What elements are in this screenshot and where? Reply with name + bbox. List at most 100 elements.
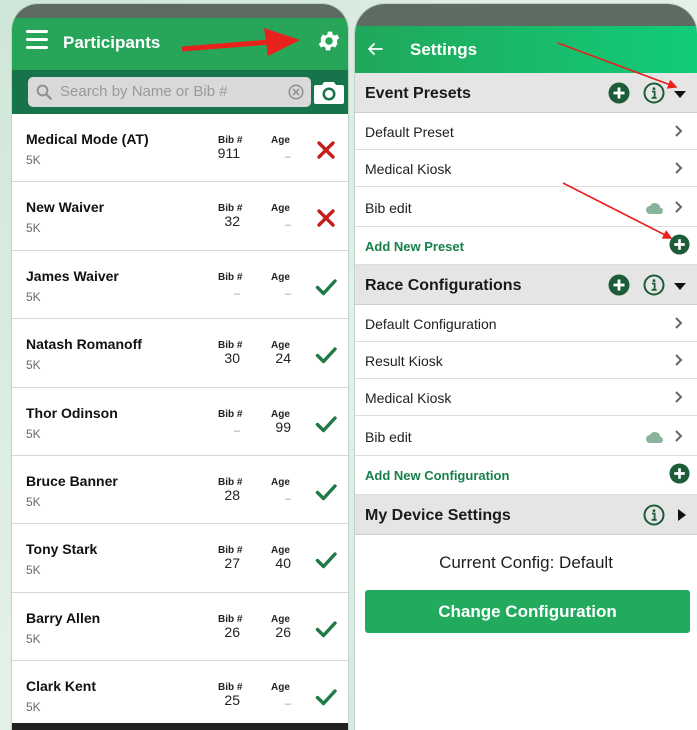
accept-check-icon[interactable] <box>315 276 337 298</box>
settings-screen: Settings Event Presets Default Preset Me… <box>355 4 697 730</box>
row-label: Default Preset <box>365 124 454 140</box>
participant-row[interactable]: Tony Stark 5K Bib #27 Age 40 <box>12 524 348 593</box>
row-label: Result Kiosk <box>365 353 443 369</box>
accept-check-icon[interactable] <box>315 413 337 435</box>
back-arrow-icon[interactable] <box>367 41 383 57</box>
participants-screen: Participants Search by Name or Bib # Med… <box>12 4 348 730</box>
participant-row[interactable]: Medical Mode (AT) 5K Bib #911 Age – <box>12 114 348 183</box>
participant-name: Barry Allen <box>26 609 101 626</box>
cloud-icon <box>646 203 663 214</box>
preset-row-medical-kiosk[interactable]: Medical Kiosk <box>355 150 697 187</box>
config-row-default[interactable]: Default Configuration <box>355 305 697 342</box>
menu-icon[interactable] <box>26 30 48 50</box>
search-input[interactable]: Search by Name or Bib # <box>28 77 311 107</box>
gear-icon[interactable] <box>316 28 342 54</box>
bib-value: – <box>233 424 240 437</box>
row-label: Medical Kiosk <box>365 161 452 177</box>
participant-row[interactable]: Bruce Banner 5K Bib #28 Age – <box>12 456 348 525</box>
cloud-icon <box>646 432 663 443</box>
participant-race: 5K <box>26 631 41 646</box>
bib-value: – <box>233 287 240 300</box>
accept-check-icon[interactable] <box>315 618 337 640</box>
participant-row[interactable]: Clark Kent 5K Bib #25 Age – <box>12 661 348 730</box>
add-configuration-plus-icon[interactable] <box>608 274 630 296</box>
change-configuration-button[interactable]: Change Configuration <box>365 590 690 633</box>
info-icon[interactable] <box>643 504 665 526</box>
chevron-right-icon <box>675 162 683 174</box>
add-preset-plus-icon[interactable] <box>608 82 630 104</box>
age-label: Age <box>271 476 290 488</box>
participant-name: Tony Stark <box>26 541 98 558</box>
accept-check-icon[interactable] <box>315 686 337 708</box>
participant-race: 5K <box>26 700 41 715</box>
age-label: Age <box>271 135 290 146</box>
age-label: Age <box>271 271 290 283</box>
age-value: 40 <box>275 555 291 572</box>
participant-name: Bruce Banner <box>26 472 118 489</box>
info-icon[interactable] <box>643 82 665 104</box>
participant-name: Clark Kent <box>26 678 97 695</box>
participant-row[interactable]: Thor Odinson 5K Bib # – Age 99 <box>12 388 348 456</box>
chevron-right-icon <box>675 430 683 442</box>
section-race-configurations[interactable]: Race Configurations <box>355 265 697 305</box>
add-new-configuration-plus-icon[interactable] <box>669 463 690 484</box>
add-new-configuration-row[interactable]: Add New Configuration <box>355 456 697 495</box>
chevron-right-icon <box>675 201 683 213</box>
accept-check-icon[interactable] <box>315 481 337 503</box>
participant-name: Natash Romanoff <box>26 336 142 353</box>
participant-race: 5K <box>26 153 41 167</box>
participant-list: Medical Mode (AT) 5K Bib # 911 Age – New Waive… <box>12 114 348 730</box>
accept-check-icon[interactable] <box>315 344 337 366</box>
participant-name: James Waiver <box>26 267 119 284</box>
participant-row[interactable]: New Waiver 5K Bib #32 Age – <box>12 182 348 251</box>
reject-x-icon[interactable] <box>315 207 337 229</box>
caret-down-icon[interactable] <box>673 87 687 101</box>
add-new-preset-row[interactable]: Add New Preset <box>355 227 697 265</box>
bib-value: 32 <box>224 213 240 230</box>
config-row-result-kiosk[interactable]: Result Kiosk <box>355 342 697 379</box>
age-label: Age <box>271 682 290 694</box>
info-icon[interactable] <box>643 274 665 296</box>
add-new-configuration-link[interactable]: Add New Configuration <box>365 468 509 483</box>
age-value: 26 <box>275 623 291 640</box>
clear-icon[interactable] <box>287 83 305 101</box>
reject-x-icon[interactable] <box>315 139 337 161</box>
section-device-settings[interactable]: My Device Settings <box>355 495 697 535</box>
accept-check-icon[interactable] <box>315 549 337 571</box>
search-placeholder: Search by Name or Bib # <box>60 83 228 100</box>
age-label: Age <box>271 203 290 215</box>
current-config-text: Current Config: Default <box>439 553 613 572</box>
search-bar: Search by Name or Bib # <box>12 70 348 114</box>
bib-value: 911 <box>217 145 240 161</box>
chevron-right-icon <box>675 391 683 403</box>
preset-row-bib-edit[interactable]: Bib edit <box>355 187 697 227</box>
config-row-bib-edit[interactable]: Bib edit <box>355 416 697 456</box>
age-value: – <box>284 698 291 711</box>
participant-row[interactable]: Natash Romanoff 5K Bib #30 Age 24 <box>12 319 348 388</box>
age-value: 24 <box>275 350 291 367</box>
page-title: Participants <box>63 33 161 52</box>
participant-race: 5K <box>26 426 41 441</box>
age-value: – <box>284 151 291 163</box>
participant-race: 5K <box>26 221 41 236</box>
section-title: My Device Settings <box>365 507 511 524</box>
bib-value: 25 <box>224 692 240 709</box>
config-row-medical-kiosk[interactable]: Medical Kiosk <box>355 379 697 416</box>
bib-label: Bib # <box>218 408 243 420</box>
participant-row[interactable]: James Waiver 5K Bib # – Age – <box>12 251 348 320</box>
add-new-preset-link[interactable]: Add New Preset <box>365 239 464 254</box>
participant-row[interactable]: Barry Allen 5K Bib #26 Age 26 <box>12 593 348 662</box>
section-title: Event Presets <box>365 85 471 102</box>
preset-row-default[interactable]: Default Preset <box>355 113 697 150</box>
participant-name: New Waiver <box>26 199 105 216</box>
participant-race: 5K <box>26 289 41 304</box>
camera-icon[interactable] <box>314 79 344 105</box>
caret-down-icon[interactable] <box>673 279 687 293</box>
section-event-presets[interactable]: Event Presets <box>355 73 697 113</box>
age-value: – <box>284 287 291 300</box>
bib-value: 27 <box>224 555 240 572</box>
add-new-preset-plus-icon[interactable] <box>669 234 690 255</box>
participant-race: 5K <box>26 358 41 373</box>
caret-right-icon[interactable] <box>675 508 689 522</box>
row-label: Bib edit <box>365 200 412 216</box>
